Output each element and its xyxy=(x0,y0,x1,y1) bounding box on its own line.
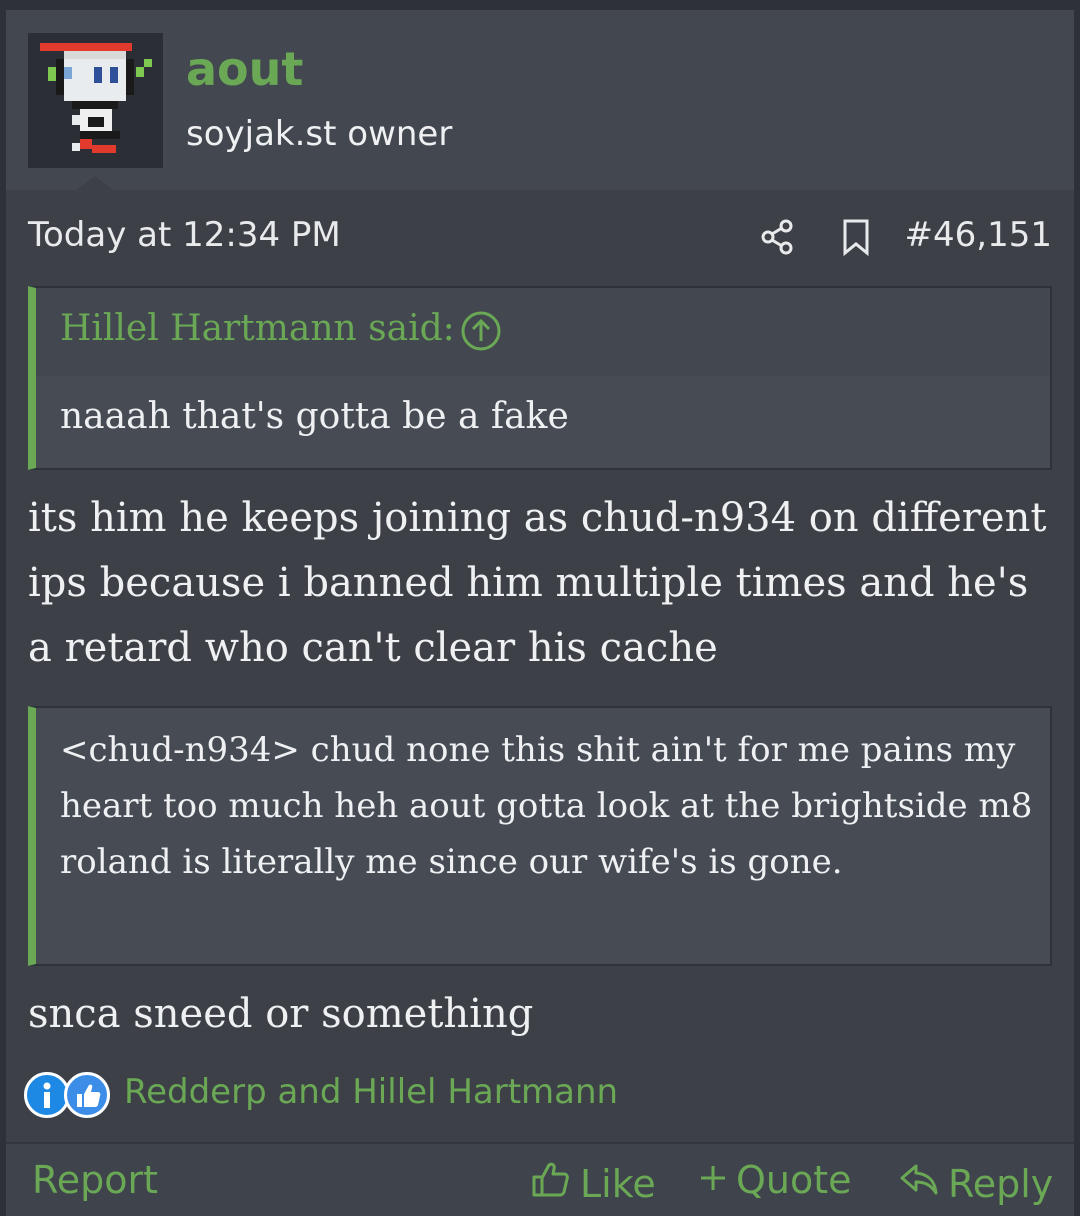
user-avatar[interactable] xyxy=(28,33,163,168)
quote-button[interactable]: Quote xyxy=(698,1158,852,1202)
user-title: soyjak.st owner xyxy=(186,114,453,154)
quote-header: Hillel Hartmann said: xyxy=(36,288,1050,376)
post-meta: Today at 12:34 PM #46,151 xyxy=(28,213,1052,263)
user-header: aout soyjak.st owner xyxy=(6,10,1074,190)
username[interactable]: aout xyxy=(186,42,303,96)
message-text: snca sneed or something xyxy=(28,991,534,1037)
reply-button[interactable]: Reply xyxy=(898,1158,1053,1209)
quote-label: Quote xyxy=(736,1158,852,1202)
quote-block: <chud-n934> chud none this shit ain't fo… xyxy=(28,706,1052,966)
plus-icon xyxy=(698,1158,728,1202)
reaction-users-link[interactable]: Redderp and Hillel Hartmann xyxy=(124,1072,618,1112)
bookmark-icon[interactable] xyxy=(836,217,876,257)
quote-text: naaah that's gotta be a fake xyxy=(60,396,569,437)
like-button[interactable]: Like xyxy=(530,1158,656,1209)
thumbs-up-icon xyxy=(530,1158,572,1209)
post-number[interactable]: #46,151 xyxy=(905,215,1052,255)
like-label: Like xyxy=(580,1161,656,1206)
arrow-up-circle-icon[interactable] xyxy=(460,310,502,352)
post-actions: Report Like Quote Reply xyxy=(6,1144,1074,1216)
like-icon xyxy=(64,1072,110,1118)
header-pointer xyxy=(77,176,113,190)
reply-label: Reply xyxy=(948,1161,1054,1206)
report-button[interactable]: Report xyxy=(32,1158,158,1202)
quote-block: Hillel Hartmann said: naaah that's gotta… xyxy=(28,286,1052,470)
report-label: Report xyxy=(32,1158,158,1202)
forum-post: aout soyjak.st owner Today at 12:34 PM #… xyxy=(6,10,1074,1216)
share-icon[interactable] xyxy=(758,217,798,257)
reply-arrow-icon xyxy=(898,1158,940,1209)
message-text: its him he keeps joining as chud-n934 on… xyxy=(28,495,1047,671)
pixel-character-avatar xyxy=(40,43,152,153)
quote-text: <chud-n934> chud none this shit ain't fo… xyxy=(60,730,1033,882)
post-date[interactable]: Today at 12:34 PM xyxy=(28,215,341,255)
quote-author[interactable]: Hillel Hartmann said: xyxy=(60,308,455,349)
